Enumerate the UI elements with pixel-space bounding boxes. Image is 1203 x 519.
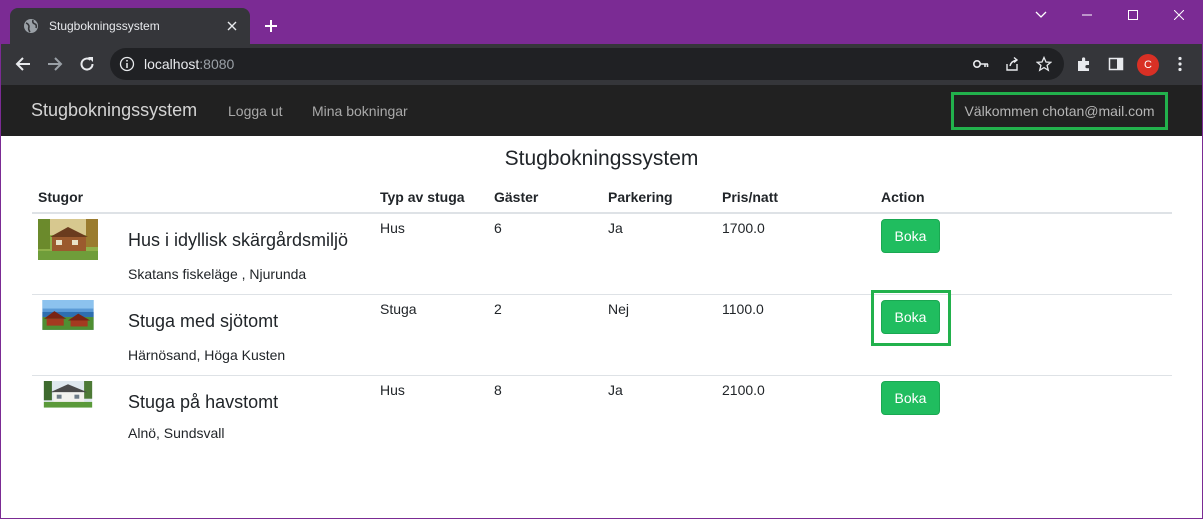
browser-window: Stugbokningssystem localhost:8080 C Stug… (1, 0, 1202, 518)
new-tab-button[interactable] (261, 16, 281, 36)
url-text: localhost:8080 (144, 56, 234, 72)
maximize-icon[interactable] (1110, 0, 1156, 30)
cabin-price: 2100.0 (722, 381, 765, 398)
column-header-parking: Parkering (602, 181, 716, 214)
cabin-name: Stuga på havstomt (128, 391, 279, 412)
cabin-guests: 6 (488, 213, 602, 295)
cabin-location: Härnösand, Höga Kusten (128, 346, 286, 363)
close-tab-icon[interactable] (224, 18, 240, 34)
column-header-type: Typ av stuga (374, 181, 488, 214)
lakeside-cabin-image (42, 299, 94, 330)
cabin-name: Stuga med sjötomt (128, 310, 279, 331)
cabin-cell: Stuga på havstomt Alnö, Sundsvall (32, 375, 374, 456)
tab-strip: Stugbokningssystem (1, 0, 1202, 44)
back-arrow-icon[interactable] (11, 52, 35, 76)
browser-toolbar: localhost:8080 C (1, 44, 1202, 85)
column-header-price: Pris/natt (716, 181, 875, 214)
cabin-cell: Stuga med sjötomt Härnösand, Höga Kusten (32, 294, 374, 376)
action-cell: Boka (871, 289, 1172, 376)
tab-title: Stugbokningssystem (49, 19, 160, 33)
action-cell: Boka (875, 213, 1172, 295)
bookmark-star-icon[interactable] (1034, 54, 1054, 74)
cabin-price: 1100.0 (716, 294, 875, 376)
cabin-cell: Hus i idyllisk skärgårdsmiljö Skatans fi… (32, 213, 374, 295)
site-navbar: Stugbokningssystem Logga ut Mina bokning… (1, 85, 1202, 136)
cabin-name: Hus i idyllisk skärgårdsmiljö (128, 230, 349, 250)
table-row: Stuga på havstomt Alnö, Sundsvall Hus 8 … (32, 375, 1172, 456)
table-row: Stuga med sjötomt Härnösand, Höga Kusten… (32, 289, 1172, 376)
navbar-brand[interactable]: Stugbokningssystem (31, 100, 197, 121)
browser-tab[interactable]: Stugbokningssystem (10, 8, 250, 44)
nav-link-my-bookings[interactable]: Mina bokningar (312, 103, 408, 119)
cabin-guests: 8 (494, 381, 502, 398)
minimize-icon[interactable] (1064, 0, 1110, 30)
highlighted-book-button-frame: Boka (871, 289, 951, 346)
cabin-type: Hus (374, 213, 488, 295)
forward-arrow-icon[interactable] (43, 52, 67, 76)
menu-kebab-icon[interactable] (1168, 52, 1192, 76)
log-cabin-image (38, 219, 98, 260)
column-header-cabins: Stugor (32, 181, 374, 214)
page-title: Stugbokningssystem (504, 147, 699, 170)
column-header-guests: Gäster (488, 181, 602, 214)
reload-icon[interactable] (75, 52, 99, 76)
column-header-action: Action (875, 181, 1172, 214)
white-house-image (43, 380, 93, 408)
cabin-type: Hus (380, 381, 405, 398)
cabin-price: 1700.0 (716, 213, 875, 295)
extensions-icon[interactable] (1072, 52, 1096, 76)
welcome-message: Välkommen chotan@mail.com (951, 92, 1168, 130)
share-icon[interactable] (1002, 54, 1022, 74)
address-bar[interactable]: localhost:8080 (110, 48, 1064, 80)
nav-link-logout[interactable]: Logga ut (228, 103, 283, 119)
key-icon[interactable] (971, 54, 991, 74)
table-row: Hus i idyllisk skärgårdsmiljö Skatans fi… (32, 213, 1172, 295)
cabin-parking: Nej (602, 294, 716, 376)
cabins-table: Stugor Typ av stuga Gäster Parkering Pri… (32, 181, 1172, 456)
cabin-parking: Ja (608, 381, 623, 398)
globe-icon (23, 18, 39, 34)
tab-search-icon[interactable] (1018, 0, 1064, 30)
url-host: localhost (144, 56, 200, 72)
action-cell: Boka (875, 375, 1172, 456)
cabin-type: Stuga (374, 294, 488, 376)
url-port: :8080 (199, 56, 235, 72)
book-button[interactable]: Boka (881, 299, 940, 334)
cabin-parking: Ja (602, 213, 716, 295)
side-panel-icon[interactable] (1104, 52, 1128, 76)
profile-avatar[interactable]: C (1137, 54, 1159, 76)
book-button[interactable]: Boka (881, 219, 940, 253)
cabin-location: Alnö, Sundsvall (128, 424, 225, 441)
cabin-guests: 2 (488, 294, 602, 376)
site-info-icon[interactable] (119, 56, 135, 72)
table-header-row: Stugor Typ av stuga Gäster Parkering Pri… (32, 181, 1172, 214)
close-window-icon[interactable] (1156, 0, 1202, 30)
cabin-location: Skatans fiskeläge , Njurunda (128, 266, 307, 282)
book-button[interactable]: Boka (881, 380, 940, 415)
